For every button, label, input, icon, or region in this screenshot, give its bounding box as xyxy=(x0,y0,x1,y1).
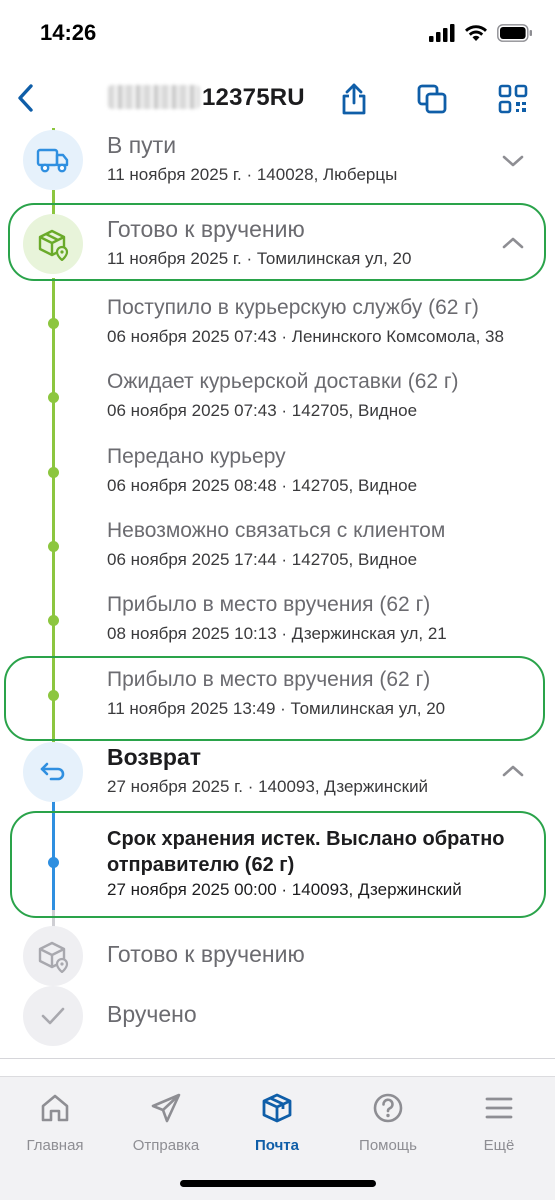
qr-code-icon xyxy=(498,84,528,114)
cellular-signal-icon xyxy=(429,24,455,42)
parcel-box-icon xyxy=(260,1091,294,1125)
event-title: Передано курьеру xyxy=(107,445,286,468)
event-dot xyxy=(48,318,59,329)
help-circle-icon xyxy=(371,1091,405,1125)
chevron-left-icon xyxy=(18,84,33,112)
paper-plane-icon xyxy=(149,1091,183,1125)
stage-title: Вручено xyxy=(107,1001,197,1027)
tab-send[interactable]: Отправка xyxy=(116,1091,216,1154)
event-title: Невозможно связаться с клиентом xyxy=(107,519,446,542)
tracking-number: 12375RU xyxy=(108,84,305,112)
package-icon-wrap xyxy=(23,926,83,986)
truck-icon-wrap xyxy=(23,130,83,190)
event-subtitle: 06 ноября 2025 17:44 · 142705, Видное xyxy=(107,550,418,569)
tab-label: Отправка xyxy=(132,1137,200,1154)
tab-mail[interactable]: Почта xyxy=(227,1091,327,1154)
chevron-up-icon xyxy=(502,765,524,777)
expand-chevron[interactable] xyxy=(500,148,526,174)
back-button[interactable] xyxy=(10,78,40,118)
tab-home[interactable]: Главная xyxy=(5,1091,105,1154)
tab-label: Ещё xyxy=(483,1137,515,1154)
share-icon xyxy=(342,83,366,115)
return-arrow-icon xyxy=(40,762,65,781)
collapse-chevron[interactable] xyxy=(500,758,526,784)
tracking-number-suffix: 12375RU xyxy=(202,84,305,111)
menu-icon xyxy=(482,1091,516,1125)
tab-label: Главная xyxy=(26,1137,84,1154)
truck-icon xyxy=(36,148,69,173)
event-dot xyxy=(48,615,59,626)
wifi-icon xyxy=(465,25,487,41)
tab-more[interactable]: Ещё xyxy=(449,1091,549,1154)
stage-title: Готово к вручению xyxy=(107,941,305,967)
home-indicator xyxy=(180,1180,376,1187)
event-subtitle: 06 ноября 2025 08:48 · 142705, Видное xyxy=(107,476,418,495)
event-dot xyxy=(48,467,59,478)
copy-icon xyxy=(417,84,447,114)
tab-label: Почта xyxy=(255,1137,299,1154)
stage-title: В пути xyxy=(107,132,177,158)
stage-subtitle: 27 ноября 2025 г. · 140093, Дзержинский xyxy=(107,777,429,796)
tab-help[interactable]: Помощь xyxy=(338,1091,438,1154)
qr-code-button[interactable] xyxy=(496,82,530,116)
stage-subtitle: 11 ноября 2025 г. · 140028, Люберцы xyxy=(107,165,398,184)
status-bar: 14:26 xyxy=(0,0,555,70)
tracking-timeline: В пути 11 ноября 2025 г. · 140028, Любер… xyxy=(0,128,555,1058)
return-icon-wrap xyxy=(23,742,83,802)
highlight-outline-return-event xyxy=(10,811,546,918)
status-icons xyxy=(429,24,533,42)
check-icon-wrap xyxy=(23,986,83,1046)
status-time: 14:26 xyxy=(40,20,97,45)
nav-bar: 12375RU xyxy=(0,70,555,128)
event-subtitle: 06 ноября 2025 07:43 · 142705, Видное xyxy=(107,401,418,420)
package-location-icon xyxy=(38,941,69,973)
tab-bar-divider xyxy=(0,1058,555,1059)
tab-label: Помощь xyxy=(359,1137,417,1154)
stage-title: Возврат xyxy=(107,744,202,770)
event-dot xyxy=(48,392,59,403)
chevron-down-icon xyxy=(502,155,524,167)
checkmark-icon xyxy=(41,1007,65,1025)
highlight-outline-ready-stage xyxy=(8,203,546,281)
event-title: Прибыло в место вручения (62 г) xyxy=(107,593,431,616)
home-icon xyxy=(38,1091,72,1125)
event-title: Поступило в курьерскую службу (62 г) xyxy=(107,296,479,319)
copy-button[interactable] xyxy=(415,82,449,116)
event-subtitle: 06 ноября 2025 07:43 · Ленинского Комсом… xyxy=(107,327,504,346)
event-dot xyxy=(48,541,59,552)
event-subtitle: 08 ноября 2025 10:13 · Дзержинская ул, 2… xyxy=(107,624,447,643)
event-title: Ожидает курьерской доставки (62 г) xyxy=(107,370,459,393)
battery-icon xyxy=(497,24,532,42)
highlight-outline-last-arrival xyxy=(4,656,545,741)
redacted-number-part xyxy=(108,85,200,109)
share-button[interactable] xyxy=(337,82,371,116)
